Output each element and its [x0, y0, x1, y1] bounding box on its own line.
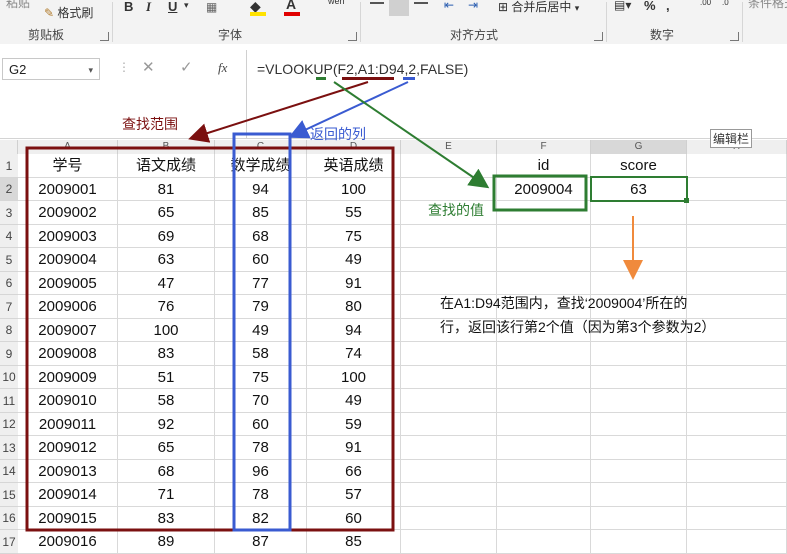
lookup-value-label: 查找的值	[428, 202, 484, 218]
explanation-line-1: 在A1:D94范围内，查找‘2009004’所在的	[440, 295, 688, 311]
return-column-box	[232, 132, 292, 532]
return-column-label: 返回的列	[310, 126, 366, 142]
explanation-line-2: 行，返回该行第2个值（因为第3个参数为2）	[440, 319, 716, 335]
lookup-value-box	[492, 174, 588, 212]
range-box	[25, 146, 395, 532]
annotation-layer	[25, 81, 689, 532]
active-cell-border	[590, 176, 688, 202]
range-label: 查找范围	[122, 116, 178, 132]
fill-handle[interactable]	[684, 198, 689, 203]
